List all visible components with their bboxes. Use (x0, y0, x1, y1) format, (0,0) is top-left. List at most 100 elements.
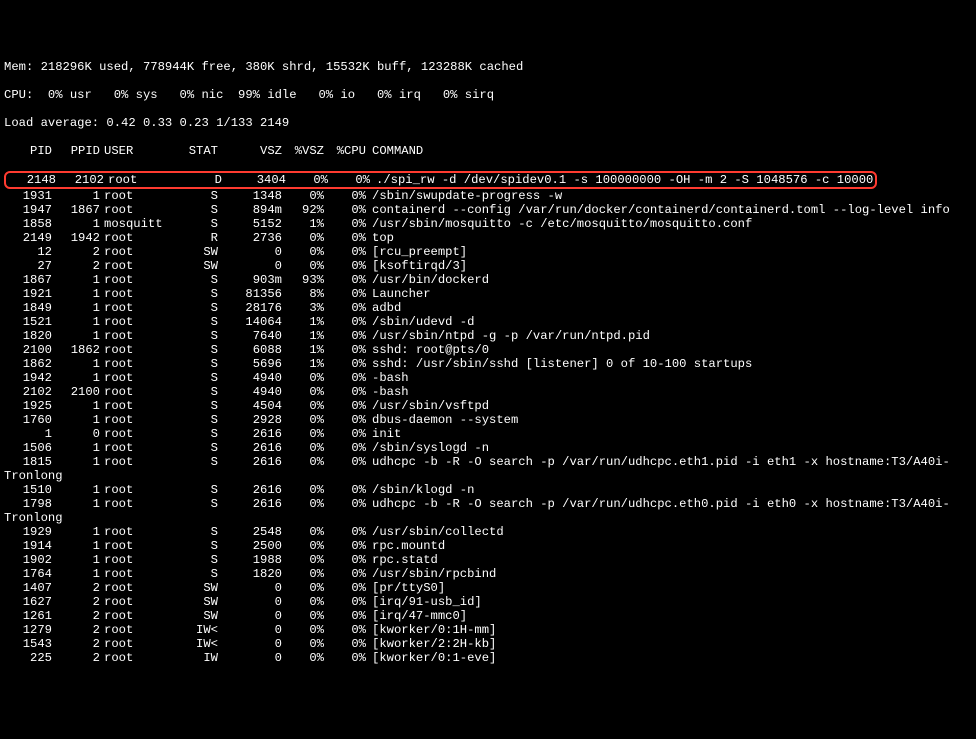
cell-cmd: dbus-daemon --system (366, 413, 518, 427)
cell-pid: 1760 (4, 413, 52, 427)
cell-pid: 1925 (4, 399, 52, 413)
cell-user: root (100, 553, 176, 567)
cell-cmd: /usr/bin/dockerd (366, 273, 489, 287)
cell-pvsz: 0% (282, 385, 324, 399)
cell-pvsz: 0% (282, 539, 324, 553)
cell-pcpu: 0% (324, 595, 366, 609)
cell-vsz: 5152 (218, 217, 282, 231)
cell-stat: S (176, 385, 218, 399)
cell-cmd: top (366, 231, 394, 245)
cell-vsz: 2616 (218, 427, 282, 441)
cell-pid: 1506 (4, 441, 52, 455)
cell-user: root (100, 287, 176, 301)
cell-pcpu: 0% (324, 245, 366, 259)
cell-ppid: 1 (52, 273, 100, 287)
cell-vsz: 0 (218, 651, 282, 665)
cell-stat: R (176, 231, 218, 245)
cell-user: root (100, 301, 176, 315)
cell-cmd: udhcpc -b -R -O search -p /var/run/udhcp… (366, 455, 950, 469)
hdr-cmd: COMMAND (366, 144, 423, 158)
cell-pvsz: 0% (282, 553, 324, 567)
cell-cmd: /sbin/klogd -n (366, 483, 474, 497)
cell-pvsz: 0% (282, 259, 324, 273)
cell-vsz: 2548 (218, 525, 282, 539)
cell-user: root (104, 173, 180, 187)
table-row: 19251rootS45040%0%/usr/sbin/vsftpd (4, 399, 972, 413)
cell-stat: S (176, 483, 218, 497)
cell-cmd: [pr/ttyS0] (366, 581, 445, 595)
cell-user: mosquitt (100, 217, 176, 231)
cell-stat: S (176, 273, 218, 287)
cell-stat: IW< (176, 623, 218, 637)
cell-ppid: 1 (52, 441, 100, 455)
mem-line: Mem: 218296K used, 778944K free, 380K sh… (4, 60, 972, 74)
cell-pvsz: 1% (282, 357, 324, 371)
cell-pcpu: 0% (324, 357, 366, 371)
cell-ppid: 1 (52, 455, 100, 469)
cell-pvsz: 0% (282, 483, 324, 497)
cell-stat: S (176, 217, 218, 231)
cell-ppid: 1 (52, 329, 100, 343)
cell-stat: SW (176, 595, 218, 609)
cell-vsz: 0 (218, 609, 282, 623)
cell-pvsz: 0% (282, 567, 324, 581)
cell-ppid: 0 (52, 427, 100, 441)
cell-pcpu: 0% (324, 567, 366, 581)
cell-cmd: containerd --config /var/run/docker/cont… (366, 203, 950, 217)
cell-pid: 1521 (4, 315, 52, 329)
cell-pid: 1947 (4, 203, 52, 217)
cell-pid: 1931 (4, 189, 52, 203)
cell-cmd: /sbin/udevd -d (366, 315, 474, 329)
table-row: 19021rootS19880%0%rpc.statd (4, 553, 972, 567)
cell-stat: S (176, 315, 218, 329)
table-row: 19141rootS25000%0%rpc.mountd (4, 539, 972, 553)
cell-user: root (100, 357, 176, 371)
cell-pid: 1858 (4, 217, 52, 231)
cell-pvsz: 0% (282, 609, 324, 623)
cell-pcpu: 0% (324, 539, 366, 553)
cell-pid: 1929 (4, 525, 52, 539)
cell-pid: 1942 (4, 371, 52, 385)
cell-stat: SW (176, 581, 218, 595)
cell-pid: 1862 (4, 357, 52, 371)
cell-stat: S (176, 567, 218, 581)
cell-cmd: rpc.mountd (366, 539, 445, 553)
cell-ppid: 1 (52, 287, 100, 301)
cell-cmd: [kworker/0:1-eve] (366, 651, 496, 665)
cell-ppid: 2 (52, 259, 100, 273)
cell-pvsz: 0% (282, 651, 324, 665)
table-row: 12792rootIW<00%0%[kworker/0:1H-mm] (4, 623, 972, 637)
cell-stat: IW (176, 651, 218, 665)
cell-pid: 1914 (4, 539, 52, 553)
cell-pcpu: 0% (324, 455, 366, 469)
cell-vsz: 1820 (218, 567, 282, 581)
cell-pvsz: 92% (282, 203, 324, 217)
cell-vsz: 2616 (218, 455, 282, 469)
cell-cmd: [ksoftirqd/3] (366, 259, 467, 273)
cell-pcpu: 0% (324, 189, 366, 203)
table-row: 21022100rootS49400%0%-bash (4, 385, 972, 399)
cell-pid: 2100 (4, 343, 52, 357)
cell-user: root (100, 259, 176, 273)
hdr-pvsz: %VSZ (282, 144, 324, 158)
cell-pvsz: 0% (282, 427, 324, 441)
cell-pid: 1279 (4, 623, 52, 637)
cell-pcpu: 0% (324, 371, 366, 385)
cell-cmd: -bash (366, 385, 409, 399)
cell-ppid: 1 (52, 217, 100, 231)
cell-ppid: 1 (52, 399, 100, 413)
table-row: 18151rootS26160%0%udhcpc -b -R -O search… (4, 455, 972, 469)
cell-vsz: 2616 (218, 441, 282, 455)
cell-pid: 1867 (4, 273, 52, 287)
cell-pcpu: 0% (324, 231, 366, 245)
cell-pcpu: 0% (324, 623, 366, 637)
cell-cmd: [kworker/0:1H-mm] (366, 623, 496, 637)
cell-stat: S (176, 413, 218, 427)
cell-pid: 2148 (8, 173, 56, 187)
cell-cmd: /sbin/syslogd -n (366, 441, 489, 455)
cell-stat: S (176, 357, 218, 371)
process-table: 21482102rootD34040%0%./spi_rw -d /dev/sp… (4, 172, 972, 665)
cell-vsz: 28176 (218, 301, 282, 315)
cell-cmd: rpc.statd (366, 553, 438, 567)
cell-vsz: 0 (218, 637, 282, 651)
